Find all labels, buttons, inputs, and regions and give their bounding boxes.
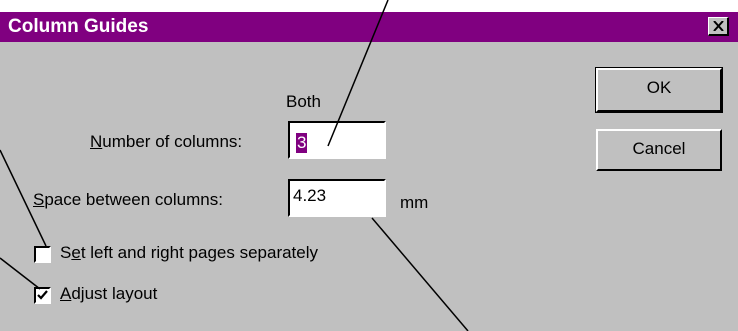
close-icon — [713, 21, 724, 31]
number-of-columns-label: Number of columns: — [90, 132, 243, 151]
space-between-columns-field[interactable]: 4.23 — [288, 179, 386, 217]
column-guides-dialog: Column Guides Both Number of columns: 3 … — [0, 12, 738, 331]
ok-button[interactable]: OK — [595, 67, 723, 113]
cancel-button[interactable]: Cancel — [596, 129, 722, 171]
dialog-title: Column Guides — [8, 16, 149, 37]
unit-label: mm — [400, 193, 429, 212]
set-left-right-checkbox[interactable] — [34, 246, 51, 263]
number-of-columns-field[interactable]: 3 — [288, 121, 386, 159]
adjust-layout-label[interactable]: Adjust layout — [60, 284, 157, 304]
adjust-layout-checkbox[interactable] — [34, 287, 51, 304]
space-between-columns-value: 4.23 — [293, 186, 327, 205]
close-button[interactable] — [708, 17, 729, 36]
checkmark-icon — [37, 290, 48, 300]
set-left-right-label[interactable]: Set left and right pages separately — [60, 243, 318, 263]
space-between-columns-label: Space between columns: — [33, 190, 223, 209]
title-bar: Column Guides — [0, 12, 738, 42]
number-of-columns-value: 3 — [296, 133, 308, 153]
both-label: Both — [286, 92, 321, 111]
